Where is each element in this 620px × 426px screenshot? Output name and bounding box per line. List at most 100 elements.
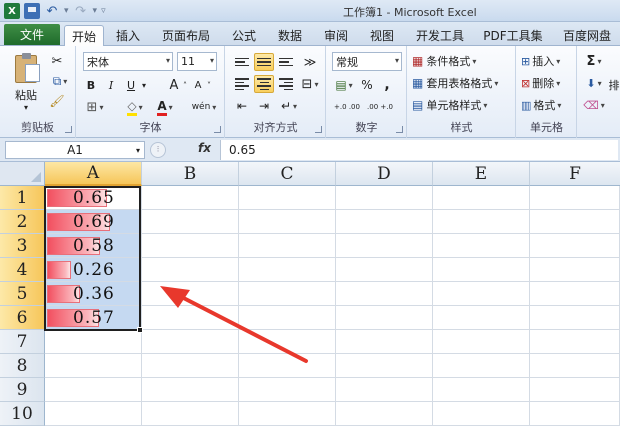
fill-color-icon[interactable]: ◇ ▾ xyxy=(123,98,147,116)
redo-icon[interactable]: ↷ xyxy=(73,3,89,19)
align-center-icon xyxy=(257,78,271,90)
worksheet-grid[interactable]: A B C D E F 1 2 3 4 5 6 7 8 9 10 0.65 0.6… xyxy=(0,162,620,426)
excel-logo-icon[interactable]: X xyxy=(4,3,20,19)
increase-font-button[interactable]: A xyxy=(167,76,181,94)
formula-bar-handle-icon[interactable]: ⁝ xyxy=(150,142,166,158)
styles-group-label: 样式 xyxy=(450,121,473,134)
font-size-select[interactable]: 11 ▾ xyxy=(177,52,217,71)
chevron-down-icon[interactable]: ▾ xyxy=(139,76,149,94)
cell-styles-icon: ▤ xyxy=(412,98,424,112)
orientation-icon[interactable]: ≫ xyxy=(300,53,320,71)
align-top-button[interactable] xyxy=(232,53,252,71)
align-middle-button[interactable] xyxy=(254,53,274,71)
align-bottom-button[interactable] xyxy=(276,53,296,71)
name-box[interactable]: A1 ▾ xyxy=(5,141,145,159)
cut-icon[interactable]: ✂ xyxy=(48,52,66,70)
tab-baidu-netdisk[interactable]: 百度网盘 xyxy=(556,25,618,46)
undo-icon[interactable]: ↶ xyxy=(44,3,60,19)
alignment-group: ≫ ⊟ ▾ ⇤ ⇥ ↵ ▾ 对齐方式 xyxy=(226,46,326,138)
tab-review[interactable]: 审阅 xyxy=(318,25,354,46)
insert-function-button[interactable]: fx xyxy=(198,141,211,155)
dialog-launcher-icon[interactable] xyxy=(396,126,403,133)
copy-icon[interactable]: ⧉ ▾ xyxy=(48,72,72,90)
ribbon-tabs: 文件 开始 插入 页面布局 公式 数据 审阅 视图 开发工具 PDF工具集 百度… xyxy=(0,22,620,47)
tab-data[interactable]: 数据 xyxy=(272,25,308,46)
chevron-down-icon[interactable]: ▾ xyxy=(93,6,98,16)
accounting-format-icon[interactable]: ▤ ▾ xyxy=(332,76,356,94)
chevron-down-icon: ▾ xyxy=(209,56,214,65)
format-painter-icon[interactable]: 🖌 xyxy=(48,92,66,110)
insert-cells-label: 插入 xyxy=(532,55,555,68)
tab-view[interactable]: 视图 xyxy=(364,25,400,46)
format-cells-button[interactable]: ▥ 格式 ▾ xyxy=(521,96,575,114)
insert-cells-button[interactable]: ⊞ 插入 ▾ xyxy=(521,52,575,70)
align-middle-icon xyxy=(257,57,271,67)
table-icon: ▦ xyxy=(412,76,424,90)
tab-page-layout[interactable]: 页面布局 xyxy=(156,25,216,46)
increase-decimal-button[interactable]: +.0 .00 xyxy=(332,98,362,116)
dialog-launcher-icon[interactable] xyxy=(214,126,221,133)
tab-pdf-tools[interactable]: PDF工具集 xyxy=(478,25,548,46)
percent-button[interactable]: % xyxy=(359,76,375,94)
tab-formulas[interactable]: 公式 xyxy=(226,25,262,46)
chevron-down-icon[interactable]: ▾ xyxy=(64,6,69,16)
name-box-value: A1 xyxy=(67,143,83,157)
format-as-table-button[interactable]: ▦ 套用表格格式 ▾ xyxy=(412,74,514,92)
window-title: 工作簿1 - Microsoft Excel xyxy=(343,6,477,19)
dialog-launcher-icon[interactable] xyxy=(315,126,322,133)
delete-cells-label: 删除 xyxy=(532,77,555,90)
phonetic-label: wén xyxy=(191,102,211,112)
conditional-formatting-icon: ▦ xyxy=(412,54,424,68)
fill-icon[interactable]: ⬇ ▾ xyxy=(582,74,606,92)
align-right-button[interactable] xyxy=(276,75,296,93)
alignment-group-label: 对齐方式 xyxy=(253,121,298,134)
phonetic-guide-button[interactable]: wén ▾ xyxy=(189,98,219,116)
cell-styles-label: 单元格样式 xyxy=(426,99,482,112)
clear-icon[interactable]: ⌫ ▾ xyxy=(582,96,606,114)
autosum-icon: Σ xyxy=(586,53,596,69)
merge-center-icon[interactable]: ⊟ ▾ xyxy=(298,75,322,93)
increase-icon: ˄ xyxy=(183,80,187,90)
sort-filter-label[interactable]: 排 xyxy=(608,76,620,94)
autosum-button[interactable]: Σ ▾ xyxy=(582,52,606,70)
insert-cells-icon: ⊞ xyxy=(521,54,531,68)
delete-cells-button[interactable]: ⊠ 删除 ▾ xyxy=(521,74,575,92)
annotation-arrow xyxy=(160,286,308,363)
dialog-launcher-icon[interactable] xyxy=(65,126,72,133)
number-format-select[interactable]: 常规 ▾ xyxy=(332,52,402,71)
arrow-shaft xyxy=(166,288,308,363)
wrap-text-icon[interactable]: ↵ ▾ xyxy=(276,97,302,115)
tab-home[interactable]: 开始 xyxy=(64,25,104,47)
font-group: 宋体 ▾ 11 ▾ B I U ▾ A ˄ A ˅ ⊞ ▾ ◇ ▾ A ▾ wén ▾ 字体 xyxy=(77,46,225,138)
align-center-button[interactable] xyxy=(254,75,274,93)
editing-group: Σ ▾ ⬇ ▾ ⌫ ▾ 排 xyxy=(578,46,620,138)
tab-insert[interactable]: 插入 xyxy=(110,25,146,46)
cell-styles-button[interactable]: ▤ 单元格样式 ▾ xyxy=(412,96,514,114)
save-icon[interactable] xyxy=(24,3,40,19)
decrease-decimal-button[interactable]: .00 +.0 xyxy=(365,98,395,116)
format-as-table-label: 套用表格格式 xyxy=(426,77,493,90)
tab-file[interactable]: 文件 xyxy=(4,24,60,45)
underline-button[interactable]: U xyxy=(123,76,139,94)
tab-developer[interactable]: 开发工具 xyxy=(410,25,470,46)
font-group-label: 字体 xyxy=(139,121,162,134)
italic-button[interactable]: I xyxy=(103,76,119,94)
conditional-formatting-label: 条件格式 xyxy=(426,55,471,68)
borders-icon[interactable]: ⊞ ▾ xyxy=(83,98,107,116)
formula-input[interactable]: 0.65 xyxy=(220,140,618,160)
font-name-select[interactable]: 宋体 ▾ xyxy=(83,52,173,71)
cells-group-label: 单元格 xyxy=(530,121,563,134)
customize-qat-icon[interactable]: ▿ xyxy=(101,6,106,16)
conditional-formatting-button[interactable]: ▦ 条件格式 ▾ xyxy=(412,52,514,70)
increase-indent-icon[interactable]: ⇥ xyxy=(254,97,274,115)
comma-style-button[interactable]: , xyxy=(379,76,395,94)
paste-label: 粘贴 xyxy=(15,89,37,102)
decrease-indent-icon[interactable]: ⇤ xyxy=(232,97,252,115)
bold-button[interactable]: B xyxy=(83,76,99,94)
align-left-button[interactable] xyxy=(232,75,252,93)
chevron-down-icon[interactable]: ▾ xyxy=(20,102,32,112)
font-color-icon[interactable]: A ▾ xyxy=(153,98,177,116)
paste-button[interactable] xyxy=(12,52,40,86)
decrease-font-button[interactable]: A xyxy=(191,76,205,94)
delete-cells-icon: ⊠ xyxy=(521,76,531,90)
